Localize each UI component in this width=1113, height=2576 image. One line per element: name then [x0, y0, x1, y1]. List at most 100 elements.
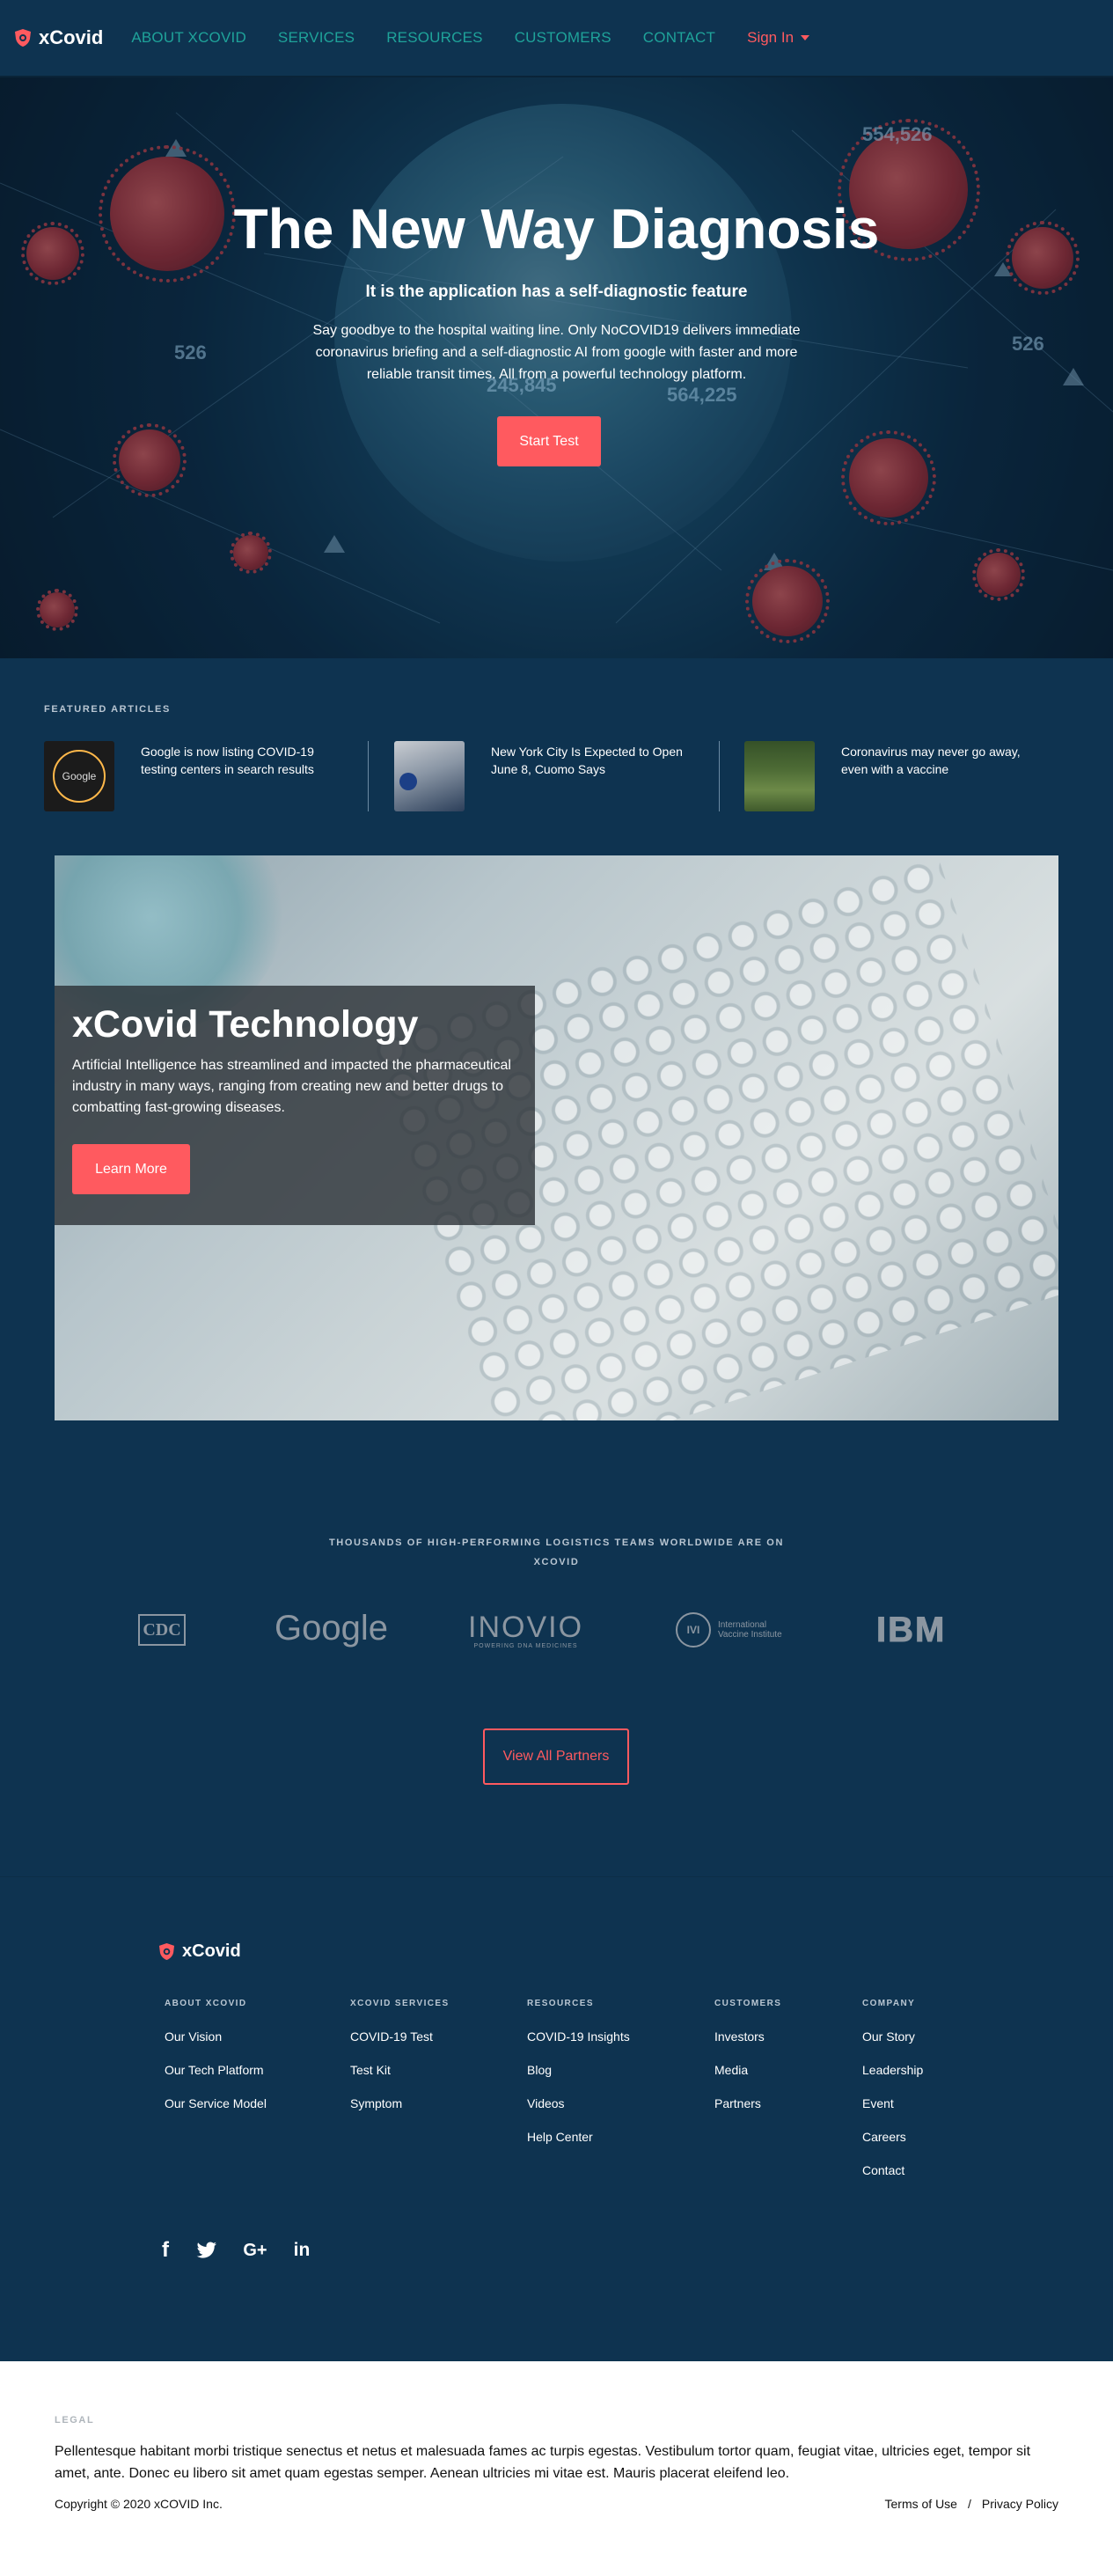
article-thumbnail: Google	[44, 741, 114, 811]
legal-section: LEGAL Pellentesque habitant morbi tristi…	[0, 2361, 1113, 2576]
linkedin-icon-glyph: in	[293, 2240, 311, 2260]
footer-link-test-kit[interactable]: Test Kit	[350, 2063, 450, 2096]
technology-description: Artificial Intelligence has streamlined …	[72, 1058, 511, 1115]
partners-label: THOUSANDS OF HIGH-PERFORMING LOGISTICS T…	[328, 1538, 785, 1567]
footer-link-leadership[interactable]: Leadership	[862, 2063, 923, 2096]
footer-link-symptom[interactable]: Symptom	[350, 2096, 450, 2130]
footer-brand[interactable]: xCovid	[158, 1941, 241, 1962]
footer-column-title: COMPANY	[862, 1999, 916, 2008]
footer-link-contact[interactable]: Contact	[862, 2163, 923, 2197]
caret-down-icon	[801, 35, 810, 40]
hero-bg-number: 564,225	[667, 384, 737, 406]
inovio-logo: INOVIO POWERING DNA MEDICINES	[468, 1611, 583, 1649]
footer-link-partners[interactable]: Partners	[714, 2096, 781, 2130]
facebook-icon-glyph: f	[162, 2238, 169, 2262]
footer-column-resources: RESOURCES COVID-19 Insights Blog Videos …	[527, 1999, 630, 2163]
google-logo: Google	[275, 1609, 388, 1648]
article-thumbnail	[744, 741, 815, 811]
start-test-button[interactable]: Start Test	[497, 416, 601, 466]
inovio-logo-text: INOVIO	[468, 1611, 584, 1644]
brand-logo[interactable]: xCovid	[14, 26, 103, 49]
article-title: Google is now listing COVID-19 testing c…	[141, 745, 314, 776]
shield-logo-icon	[158, 1943, 175, 1960]
legal-label: LEGAL	[55, 2415, 95, 2426]
article-title: Coronavirus may never go away, even with…	[841, 745, 1021, 776]
legal-separator: /	[967, 2497, 971, 2511]
ivi-logo-text: International Vaccine Institute	[718, 1620, 782, 1640]
footer-link-investors[interactable]: Investors	[714, 2029, 781, 2063]
ivi-logo: IVI International Vaccine Institute	[676, 1612, 788, 1648]
footer-link-our-vision[interactable]: Our Vision	[165, 2029, 267, 2063]
legal-links: Terms of Use / Privacy Policy	[885, 2497, 1059, 2511]
shield-logo-icon	[15, 29, 31, 47]
inovio-tagline: POWERING DNA MEDICINES	[473, 1643, 578, 1649]
footer-brand-name: xCovid	[182, 1941, 241, 1961]
hero-description: Say goodbye to the hospital waiting line…	[312, 323, 801, 382]
view-all-partners-button[interactable]: View All Partners	[483, 1728, 629, 1785]
footer-link-blog[interactable]: Blog	[527, 2063, 630, 2096]
twitter-bird-icon	[196, 2242, 216, 2258]
legal-text: Pellentesque habitant morbi tristique se…	[55, 2444, 1031, 2481]
brand-name: xCovid	[39, 26, 104, 48]
google-badge: Google	[53, 750, 106, 803]
footer-column-title: ABOUT XCOVID	[165, 1999, 247, 2008]
cdc-logo: CDC	[138, 1614, 186, 1646]
article-thumbnail	[394, 741, 465, 811]
ibm-logo: IBM	[875, 1611, 947, 1650]
hero-section: 554,526 526 526 245,845 564,225 The New …	[0, 77, 1113, 658]
footer-column-title: XCOVID SERVICES	[350, 1999, 450, 2008]
article-item[interactable]: Coronavirus may never go away, even with…	[744, 741, 1039, 811]
ivi-emblem: IVI	[676, 1612, 711, 1648]
footer-link-insights[interactable]: COVID-19 Insights	[527, 2029, 630, 2063]
article-item[interactable]: Google Google is now listing COVID-19 te…	[44, 741, 339, 811]
hero-bg-number: 554,526	[862, 123, 933, 145]
nav-link-contact[interactable]: CONTACT	[643, 29, 715, 47]
google-plus-icon-glyph: G+	[243, 2240, 267, 2260]
technology-card: xCovid Technology Artificial Intelligenc…	[55, 986, 535, 1225]
footer-link-event[interactable]: Event	[862, 2096, 923, 2130]
footer-column-about: ABOUT XCOVID Our Vision Our Tech Platfor…	[165, 1999, 267, 2130]
footer-link-media[interactable]: Media	[714, 2063, 781, 2096]
google-plus-icon[interactable]: G+	[241, 2240, 269, 2261]
footer-column-customers: CUSTOMERS Investors Media Partners	[714, 1999, 781, 2130]
footer-link-service-model[interactable]: Our Service Model	[165, 2096, 267, 2130]
footer-link-tech-platform[interactable]: Our Tech Platform	[165, 2063, 267, 2096]
twitter-icon[interactable]	[195, 2240, 218, 2261]
footer-link-our-story[interactable]: Our Story	[862, 2029, 923, 2063]
footer-link-videos[interactable]: Videos	[527, 2096, 630, 2130]
technology-feature: xCovid Technology Artificial Intelligenc…	[55, 855, 1058, 1420]
ivi-emblem-text: IVI	[686, 1624, 700, 1636]
article-item[interactable]: New York City Is Expected to Open June 8…	[394, 741, 689, 811]
footer-link-help-center[interactable]: Help Center	[527, 2130, 630, 2163]
sign-in-label: Sign In	[747, 29, 794, 46]
google-logo-text: Google	[275, 1609, 388, 1648]
footer-column-title: CUSTOMERS	[714, 1999, 782, 2008]
facebook-icon[interactable]: f	[157, 2238, 174, 2262]
terms-of-use-link[interactable]: Terms of Use	[885, 2497, 957, 2511]
top-navbar: xCovid ABOUT XCOVID SERVICES RESOURCES C…	[0, 0, 1113, 77]
article-title: New York City Is Expected to Open June 8…	[491, 745, 683, 776]
footer-link-careers[interactable]: Careers	[862, 2130, 923, 2163]
learn-more-button[interactable]: Learn More	[72, 1144, 190, 1194]
cdc-logo-text: CDC	[143, 1619, 181, 1640]
privacy-policy-link[interactable]: Privacy Policy	[982, 2497, 1058, 2511]
article-divider	[719, 741, 720, 811]
hero-bg-number: 526	[174, 341, 207, 363]
footer-column-title: RESOURCES	[527, 1999, 594, 2008]
article-divider	[368, 741, 369, 811]
nav-link-customers[interactable]: CUSTOMERS	[515, 29, 611, 47]
featured-articles-label: FEATURED ARTICLES	[44, 704, 171, 715]
nav-link-about[interactable]: ABOUT XCOVID	[131, 29, 246, 47]
google-badge-label: Google	[62, 770, 97, 782]
ibm-logo-text: IBM	[875, 1611, 947, 1650]
nav-link-resources[interactable]: RESOURCES	[386, 29, 483, 47]
footer-link-covid-test[interactable]: COVID-19 Test	[350, 2029, 450, 2063]
hero-bg-number: 526	[1012, 333, 1044, 355]
mta-logo-graphic	[399, 773, 417, 790]
linkedin-icon[interactable]: in	[292, 2240, 311, 2261]
sign-in-dropdown[interactable]: Sign In	[747, 29, 810, 47]
hero-title: The New Way Diagnosis	[233, 197, 880, 261]
footer-column-company: COMPANY Our Story Leadership Event Caree…	[862, 1999, 923, 2197]
hero-subtitle: It is the application has a self-diagnos…	[365, 283, 748, 301]
nav-link-services[interactable]: SERVICES	[278, 29, 355, 47]
